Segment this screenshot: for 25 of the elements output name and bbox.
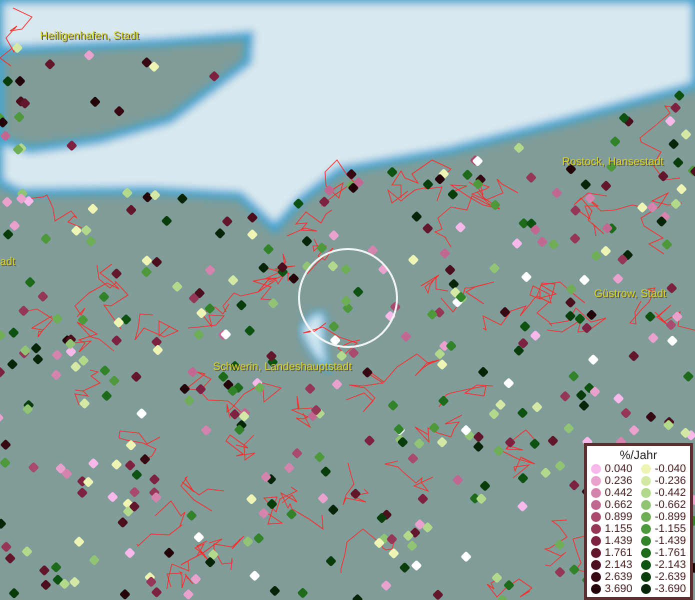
legend-value: -2.143 [654, 559, 686, 571]
legend-value: 0.442 [604, 487, 634, 499]
legend-value: 1.439 [604, 535, 634, 547]
legend-value: -1.155 [654, 523, 686, 535]
legend-value: -0.442 [654, 487, 686, 499]
legend-value: -1.439 [654, 535, 686, 547]
legend-title: %/Jahr [618, 448, 658, 462]
legend-value: 0.236 [604, 475, 634, 487]
legend-value: 1.761 [604, 547, 634, 559]
legend-value: -2.639 [654, 571, 686, 583]
legend-value: 2.639 [604, 571, 634, 583]
legend-value: -0.662 [654, 499, 686, 511]
place-label: Heiligenhafen, Stadt [40, 30, 140, 42]
legend-value: 0.662 [604, 499, 634, 511]
legend-value: 1.155 [604, 523, 634, 535]
legend-value: 0.899 [604, 511, 634, 523]
legend-value: -1.761 [654, 547, 686, 559]
legend-value: -0.040 [654, 463, 686, 475]
legend-value: -0.899 [654, 511, 686, 523]
legend-value: 2.143 [604, 559, 634, 571]
legend-value: -3.690 [654, 583, 686, 595]
place-label: adt [0, 256, 16, 268]
legend-value: -0.236 [654, 475, 686, 487]
legend-value: 3.690 [604, 583, 634, 595]
legend-value: 0.040 [604, 463, 634, 475]
